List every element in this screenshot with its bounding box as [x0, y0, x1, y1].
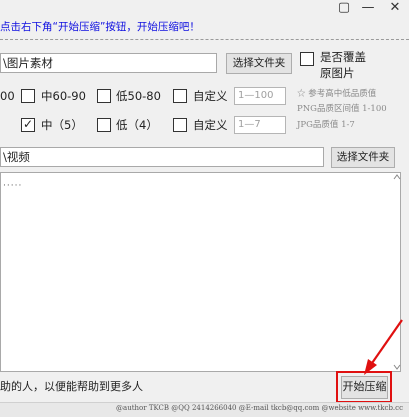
log-textarea[interactable]: ·····	[0, 172, 401, 372]
quality-note-line1: ☆ 参考高中低品质值	[297, 89, 377, 99]
jpg-medium-checkbox[interactable]	[21, 117, 35, 132]
png-low-label: 低50-80	[116, 89, 161, 103]
png-custom-label: 自定义	[193, 89, 228, 103]
divider	[0, 39, 409, 40]
png-custom-input[interactable]: 1—100	[234, 87, 286, 105]
close-icon[interactable]: ✕	[381, 0, 409, 20]
overwrite-label-line2: 原图片	[320, 66, 355, 80]
quality-note-line2: PNG品质区间值 1-100	[297, 104, 387, 114]
quality-note-line3: JPG品质值 1-7	[297, 120, 355, 130]
jpg-low-label: 低（4）	[116, 118, 158, 132]
overwrite-label-line1: 是否覆盖	[320, 50, 366, 64]
hint-text: 点击右下角“开始压缩”按钮，开始压缩吧！	[0, 21, 200, 33]
annotation-arrow-icon	[364, 319, 403, 375]
footer-text: @author TKCB @QQ 2414266040 @E-mail tkcb…	[116, 404, 403, 412]
png-low-checkbox[interactable]	[97, 89, 111, 103]
image-folder-input[interactable]: \图片素材	[0, 53, 217, 73]
video-folder-input[interactable]: \视频	[0, 147, 324, 167]
png-high-label: 00	[0, 89, 15, 103]
overwrite-checkbox[interactable]	[300, 52, 314, 66]
jpg-low-checkbox[interactable]	[97, 118, 111, 132]
video-browse-button[interactable]: 选择文件夹	[331, 147, 395, 168]
png-custom-checkbox[interactable]	[173, 89, 187, 103]
jpg-custom-input[interactable]: 1—7	[234, 116, 286, 134]
png-medium-checkbox[interactable]	[21, 89, 35, 103]
scroll-up-icon	[393, 174, 401, 180]
jpg-medium-label: 中（5）	[41, 118, 83, 132]
jpg-custom-checkbox[interactable]	[173, 118, 187, 132]
jpg-custom-label: 自定义	[193, 118, 228, 132]
png-medium-label: 中60-90	[41, 89, 86, 103]
minimize-icon[interactable]: —	[354, 0, 382, 20]
image-browse-button[interactable]: 选择文件夹	[226, 53, 292, 74]
status-text: 助的人，以便能帮助到更多人	[0, 380, 143, 393]
log-text: ·····	[3, 181, 23, 191]
